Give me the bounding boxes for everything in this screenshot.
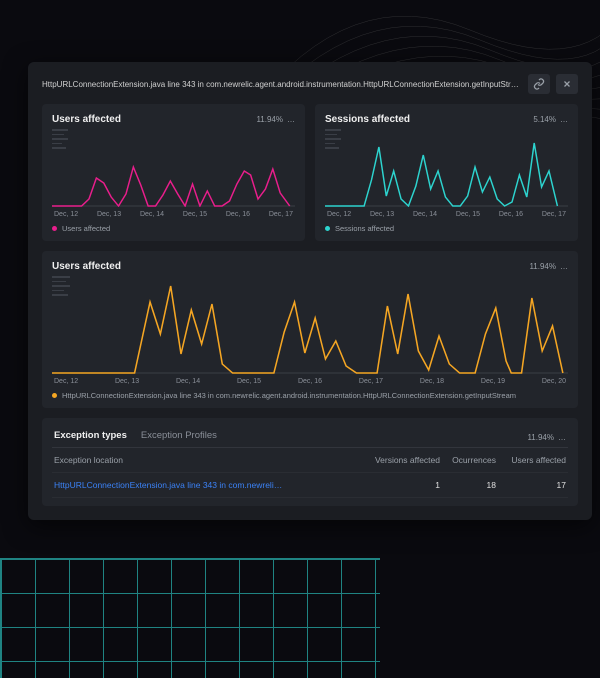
- chart-menu-icon[interactable]: …: [287, 115, 295, 124]
- cell-versions: 1: [370, 480, 440, 490]
- chart-title: Sessions affected: [325, 114, 410, 125]
- users-small-chart: [52, 129, 295, 207]
- charts-row-top: Users affected 11.94% … Dec, 12 Dec, 13 …: [42, 104, 578, 241]
- legend-dot-icon: [52, 393, 57, 398]
- exception-location-link[interactable]: HttpURLConnectionExtension.java line 343…: [54, 480, 370, 490]
- chart-title: Users affected: [52, 261, 121, 272]
- link-icon[interactable]: [528, 74, 550, 94]
- legend: HttpURLConnectionExtension.java line 343…: [52, 391, 568, 400]
- col-versions: Versions affected: [370, 455, 440, 465]
- legend: Users affected: [52, 224, 295, 233]
- table-header-row: Exception location Versions affected Ocu…: [52, 448, 568, 473]
- panel-actions: [528, 74, 578, 94]
- chart-metric: 5.14%: [533, 115, 556, 124]
- chart-menu-icon[interactable]: …: [560, 115, 568, 124]
- table-row[interactable]: HttpURLConnectionExtension.java line 343…: [52, 473, 568, 498]
- y-axis-placeholder: [52, 276, 70, 296]
- chart-metric: 11.94%: [256, 115, 283, 124]
- users-affected-small-card: Users affected 11.94% … Dec, 12 Dec, 13 …: [42, 104, 305, 241]
- tab-exception-profiles[interactable]: Exception Profiles: [141, 430, 217, 445]
- sessions-small-chart: [325, 129, 568, 207]
- main-panel: HttpURLConnectionExtension.java line 343…: [28, 62, 592, 520]
- decorative-grid: [0, 558, 380, 678]
- legend-label: Sessions affected: [335, 224, 394, 233]
- col-users: Users affected: [496, 455, 566, 465]
- users-affected-large-card: Users affected 11.94% … Dec, 12 Dec, 13 …: [42, 251, 578, 408]
- users-large-chart: [52, 276, 568, 374]
- legend-dot-icon: [325, 226, 330, 231]
- x-axis: Dec, 12 Dec, 13 Dec, 14 Dec, 15 Dec, 16 …: [52, 378, 568, 385]
- tab-metric: 11.94%: [527, 433, 554, 442]
- col-location: Exception location: [54, 455, 370, 465]
- tabs: Exception types Exception Profiles 11.94…: [52, 424, 568, 445]
- chart-title: Users affected: [52, 114, 121, 125]
- y-axis-placeholder: [52, 129, 68, 149]
- legend-label: Users affected: [62, 224, 110, 233]
- y-axis-placeholder: [325, 129, 341, 149]
- panel-header: HttpURLConnectionExtension.java line 343…: [42, 74, 578, 94]
- legend-dot-icon: [52, 226, 57, 231]
- tab-menu-icon[interactable]: …: [558, 433, 566, 442]
- tab-exception-types[interactable]: Exception types: [54, 430, 127, 445]
- sessions-affected-small-card: Sessions affected 5.14% … Dec, 12 Dec, 1…: [315, 104, 578, 241]
- chart-metric: 11.94%: [529, 262, 556, 271]
- close-icon[interactable]: [556, 74, 578, 94]
- exceptions-table: Exception location Versions affected Ocu…: [52, 447, 568, 498]
- col-occurrences: Ocurrences: [440, 455, 496, 465]
- cell-users: 17: [496, 480, 566, 490]
- legend: Sessions affected: [325, 224, 568, 233]
- x-axis: Dec, 12 Dec, 13 Dec, 14 Dec, 15 Dec, 16 …: [52, 211, 295, 218]
- legend-label: HttpURLConnectionExtension.java line 343…: [62, 391, 516, 400]
- x-axis: Dec, 12 Dec, 13 Dec, 14 Dec, 15 Dec, 16 …: [325, 211, 568, 218]
- panel-title: HttpURLConnectionExtension.java line 343…: [42, 80, 528, 89]
- exceptions-card: Exception types Exception Profiles 11.94…: [42, 418, 578, 506]
- chart-menu-icon[interactable]: …: [560, 262, 568, 271]
- cell-occurrences: 18: [440, 480, 496, 490]
